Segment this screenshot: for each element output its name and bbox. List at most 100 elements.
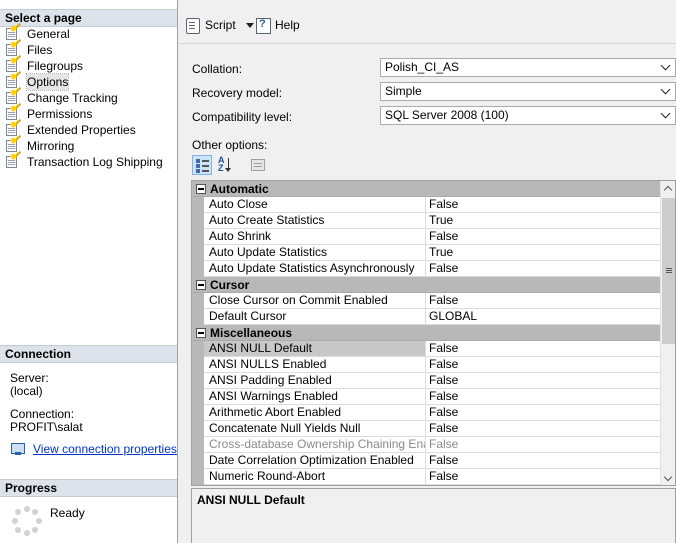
- property-name: ANSI NULLS Enabled: [204, 357, 426, 373]
- property-value[interactable]: True: [426, 213, 660, 229]
- page-item-filegroups[interactable]: Filegroups: [4, 58, 174, 74]
- connection-header: Connection: [0, 345, 177, 363]
- property-name: ANSI NULL Default: [204, 341, 426, 357]
- property-name: ANSI Padding Enabled: [204, 373, 426, 389]
- connection-value: PROFIT\salat: [10, 420, 83, 434]
- property-name: Arithmetic Abort Enabled: [204, 405, 426, 421]
- category-label: Miscellaneous: [210, 325, 293, 340]
- progress-status: Ready: [50, 506, 85, 520]
- progress-spinner-icon: [12, 506, 42, 536]
- page-item-label: Transaction Log Shipping: [27, 155, 163, 169]
- script-icon: [185, 17, 201, 34]
- help-button[interactable]: Help: [255, 8, 300, 42]
- script-dropdown-arrow-icon[interactable]: [245, 22, 254, 28]
- property-name: Auto Close: [204, 197, 426, 213]
- toolbar: Script Help: [179, 8, 676, 44]
- alphabetical-button[interactable]: AZ: [216, 155, 236, 175]
- property-row[interactable]: Arithmetic Abort Enabled False: [192, 405, 660, 421]
- page-item-label: Options: [25, 73, 70, 91]
- property-name: Numeric Round-Abort: [204, 469, 426, 485]
- compatibility-level-label: Compatibility level:: [192, 110, 293, 124]
- page-item-change-tracking[interactable]: Change Tracking: [4, 90, 174, 106]
- property-value[interactable]: False: [426, 421, 660, 437]
- chevron-down-icon: [661, 110, 671, 120]
- property-value[interactable]: False: [426, 229, 660, 245]
- page-item-mirroring[interactable]: Mirroring: [4, 138, 174, 154]
- property-row[interactable]: ANSI NULLS Enabled False: [192, 357, 660, 373]
- page-item-label: General: [27, 27, 70, 41]
- compatibility-level-value: SQL Server 2008 (100): [385, 108, 509, 122]
- category-label: Automatic: [210, 181, 269, 196]
- page-item-extended-properties[interactable]: Extended Properties: [4, 122, 174, 138]
- property-pages-icon: [251, 159, 265, 171]
- property-value[interactable]: False: [426, 341, 660, 357]
- property-value: False: [426, 437, 660, 453]
- page-item-label: Mirroring: [27, 139, 75, 153]
- property-value[interactable]: False: [426, 197, 660, 213]
- property-value[interactable]: False: [426, 357, 660, 373]
- category-label: Cursor: [210, 277, 250, 292]
- property-row[interactable]: ANSI Warnings Enabled False: [192, 389, 660, 405]
- property-name: Close Cursor on Commit Enabled: [204, 293, 426, 309]
- property-name: Auto Update Statistics: [204, 245, 426, 261]
- property-row[interactable]: Date Correlation Optimization Enabled Fal…: [192, 453, 660, 469]
- property-grid-toolbar: AZ: [192, 154, 272, 176]
- property-name: Cross-database Ownership Chaining Enable…: [204, 437, 426, 453]
- recovery-model-select[interactable]: Simple: [380, 82, 676, 101]
- property-value[interactable]: False: [426, 453, 660, 469]
- property-value[interactable]: False: [426, 389, 660, 405]
- page-item-label: Permissions: [27, 107, 93, 121]
- property-row[interactable]: Auto Close False: [192, 197, 660, 213]
- property-value[interactable]: False: [426, 293, 660, 309]
- property-value[interactable]: False: [426, 373, 660, 389]
- property-row[interactable]: Auto Update Statistics Asynchronously Fal…: [192, 261, 660, 277]
- property-name: Auto Create Statistics: [204, 213, 426, 229]
- property-value[interactable]: GLOBAL: [426, 309, 660, 325]
- chevron-down-icon: [661, 62, 671, 72]
- page-item-files[interactable]: Files: [4, 42, 174, 58]
- script-button-label: Script: [205, 18, 236, 32]
- compatibility-level-select[interactable]: SQL Server 2008 (100): [380, 106, 676, 125]
- page-item-permissions[interactable]: Permissions: [4, 106, 174, 122]
- property-row[interactable]: Default Cursor GLOBAL: [192, 309, 660, 325]
- help-button-label: Help: [275, 18, 300, 32]
- view-connection-properties-link[interactable]: View connection properties: [10, 442, 177, 456]
- property-value[interactable]: False: [426, 405, 660, 421]
- progress-header: Progress: [0, 479, 177, 497]
- property-value[interactable]: False: [426, 261, 660, 277]
- server-value: (local): [10, 384, 43, 398]
- property-row[interactable]: Close Cursor on Commit Enabled False: [192, 293, 660, 309]
- page-list: General Files Filegroups Options Change …: [4, 26, 174, 170]
- collation-value: Polish_CI_AS: [385, 60, 460, 74]
- other-options-label: Other options:: [192, 138, 268, 152]
- page-item-general[interactable]: General: [4, 26, 174, 42]
- categorized-button[interactable]: [192, 155, 212, 175]
- property-value[interactable]: True: [426, 245, 660, 261]
- property-row[interactable]: Auto Update Statistics True: [192, 245, 660, 261]
- collapse-icon[interactable]: [196, 183, 206, 194]
- scrollbar-thumb[interactable]: [662, 198, 675, 344]
- script-button[interactable]: Script: [185, 8, 254, 42]
- property-row[interactable]: Numeric Round-Abort False: [192, 469, 660, 485]
- collapse-icon[interactable]: [196, 279, 206, 290]
- recovery-model-value: Simple: [385, 84, 422, 98]
- collapse-icon[interactable]: [196, 327, 206, 338]
- property-row[interactable]: Auto Shrink False: [192, 229, 660, 245]
- vertical-scrollbar[interactable]: [660, 181, 675, 485]
- scroll-up-icon[interactable]: [661, 181, 675, 197]
- left-pane: Select a page General Files Filegroups O…: [0, 0, 178, 543]
- property-row[interactable]: Concatenate Null Yields Null False: [192, 421, 660, 437]
- property-pages-button[interactable]: [248, 155, 268, 175]
- category-cursor[interactable]: Cursor: [192, 277, 660, 293]
- page-item-transaction-log-shipping[interactable]: Transaction Log Shipping: [4, 154, 174, 170]
- scroll-down-icon[interactable]: [661, 471, 675, 485]
- category-automatic[interactable]: Automatic: [192, 181, 660, 197]
- property-row[interactable]: ANSI Padding Enabled False: [192, 373, 660, 389]
- property-value[interactable]: False: [426, 469, 660, 485]
- property-row[interactable]: Auto Create Statistics True: [192, 213, 660, 229]
- property-name: Default Cursor: [204, 309, 426, 325]
- property-row-selected[interactable]: ANSI NULL Default False: [192, 341, 660, 357]
- collation-select[interactable]: Polish_CI_AS: [380, 58, 676, 77]
- category-miscellaneous[interactable]: Miscellaneous: [192, 325, 660, 341]
- page-item-options[interactable]: Options: [4, 73, 174, 91]
